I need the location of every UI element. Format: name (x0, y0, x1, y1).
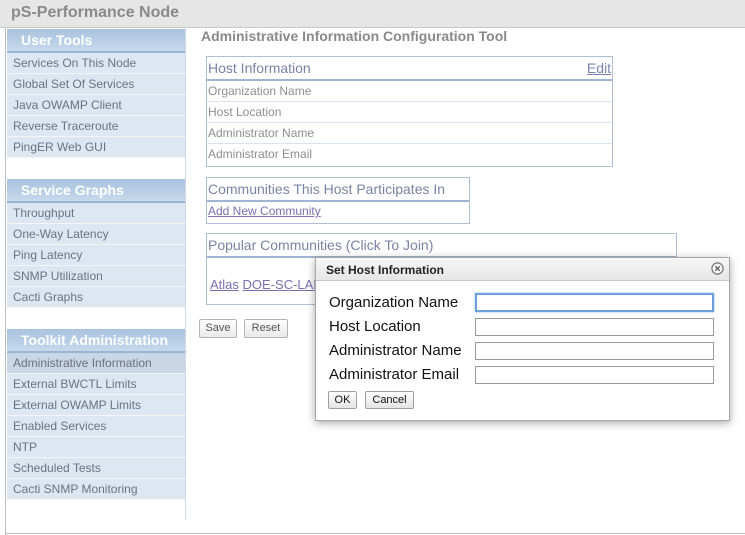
host-information-panel: Host Information Edit Organization Name … (206, 56, 613, 167)
sidebar-item-throughput[interactable]: Throughput (7, 203, 185, 224)
popular-communities-list: Atlas DOE-SC-LAB (210, 277, 322, 292)
add-new-community-link[interactable]: Add New Community (208, 204, 321, 218)
community-link-atlas[interactable]: Atlas (210, 277, 239, 292)
nav-list-service-graphs: Throughput One-Way Latency Ping Latency … (7, 203, 185, 308)
administrator-name-input[interactable] (475, 342, 714, 360)
dialog-titlebar: Set Host Information (316, 258, 729, 281)
administrator-name-label: Administrator Name (329, 342, 462, 359)
sidebar-item-java-owamp-client[interactable]: Java OWAMP Client (7, 95, 185, 116)
host-location-input[interactable] (475, 318, 714, 336)
sidebar-item-one-way-latency[interactable]: One-Way Latency (7, 224, 185, 245)
organization-name-input[interactable] (475, 293, 714, 312)
sidebar-item-pinger-web-gui[interactable]: PingER Web GUI (7, 137, 185, 158)
host-information-title: Host Information (208, 60, 311, 76)
field-host-location: Host Location (207, 102, 612, 123)
sidebar-item-ntp[interactable]: NTP (7, 437, 185, 458)
field-administrator-name: Administrator Name (207, 123, 612, 144)
sidebar: User Tools Services On This Node Global … (7, 28, 186, 520)
cancel-button[interactable]: Cancel (365, 391, 414, 409)
section-header-toolkit-administration: Toolkit Administration (7, 329, 185, 353)
save-button[interactable]: Save (199, 319, 237, 338)
sidebar-item-administrative-information[interactable]: Administrative Information (7, 353, 185, 374)
reset-button[interactable]: Reset (244, 319, 288, 338)
communities-panel: Communities This Host Participates In Ad… (206, 177, 470, 224)
page-title: Administrative Information Configuration… (201, 28, 508, 44)
popular-communities-header: Popular Communities (Click To Join) (207, 234, 676, 258)
page-border-left (5, 27, 6, 535)
sidebar-item-cacti-graphs[interactable]: Cacti Graphs (7, 287, 185, 308)
dialog-title: Set Host Information (326, 263, 445, 277)
ok-button[interactable]: OK (328, 391, 357, 409)
sidebar-item-snmp-utilization[interactable]: SNMP Utilization (7, 266, 185, 287)
sidebar-item-enabled-services[interactable]: Enabled Services (7, 416, 185, 437)
organization-name-label: Organization Name (329, 294, 459, 311)
field-organization-name: Organization Name (207, 81, 612, 102)
administrator-email-input[interactable] (475, 366, 714, 384)
community-link-doe-sc-lab[interactable]: DOE-SC-LAB (243, 277, 322, 292)
sidebar-item-global-set-of-services[interactable]: Global Set Of Services (7, 74, 185, 95)
sidebar-item-scheduled-tests[interactable]: Scheduled Tests (7, 458, 185, 479)
host-information-header: Host Information Edit (207, 57, 612, 81)
administrator-email-label: Administrator Email (329, 366, 460, 383)
edit-link[interactable]: Edit (587, 60, 611, 76)
sidebar-item-cacti-snmp-monitoring[interactable]: Cacti SNMP Monitoring (7, 479, 185, 500)
page-border-bottom (5, 533, 745, 534)
field-administrator-email: Administrator Email (208, 147, 313, 161)
host-location-label: Host Location (329, 318, 421, 335)
close-icon[interactable] (711, 262, 724, 275)
sidebar-item-services-on-this-node[interactable]: Services On This Node (7, 53, 185, 74)
sidebar-item-reverse-traceroute[interactable]: Reverse Traceroute (7, 116, 185, 137)
nav-list-user-tools: Services On This Node Global Set Of Serv… (7, 53, 185, 158)
sidebar-item-ping-latency[interactable]: Ping Latency (7, 245, 185, 266)
communities-header: Communities This Host Participates In (207, 178, 469, 202)
nav-list-toolkit-administration: Administrative Information External BWCT… (7, 353, 185, 500)
sidebar-item-external-bwctl-limits[interactable]: External BWCTL Limits (7, 374, 185, 395)
set-host-information-dialog: Set Host Information Organization Name H… (315, 257, 730, 421)
section-header-user-tools: User Tools (7, 29, 185, 53)
popular-communities-title: Popular Communities (Click To Join) (208, 237, 434, 253)
sidebar-item-external-owamp-limits[interactable]: External OWAMP Limits (7, 395, 185, 416)
app-title: pS-Performance Node (11, 4, 180, 21)
section-header-service-graphs: Service Graphs (7, 179, 185, 203)
app-title-bar: pS-Performance Node (0, 0, 745, 28)
communities-title: Communities This Host Participates In (208, 181, 446, 197)
